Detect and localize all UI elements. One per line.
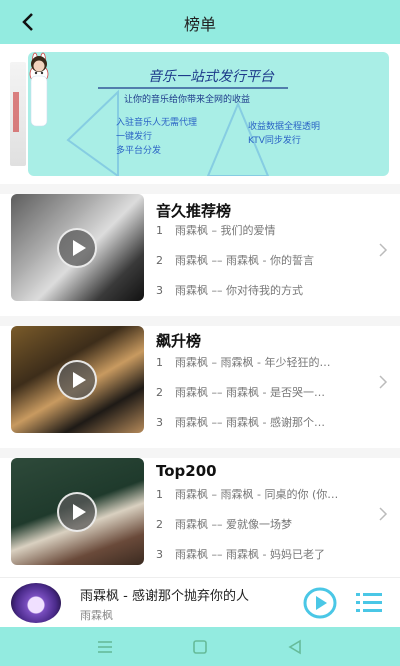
- play-icon[interactable]: [57, 360, 97, 400]
- system-nav-bar: [0, 627, 400, 666]
- chart-song-row: 3 雨霖枫 –– 雨霖枫 - 妈妈已老了: [156, 548, 325, 561]
- chart-song-row: 1 雨霖枫 – 雨霖枫 - 同桌的你 (你…: [156, 488, 339, 501]
- album-cover[interactable]: [11, 583, 61, 623]
- banner-title: 音乐一站式发行平台: [148, 69, 274, 85]
- now-playing-artist: 雨霖枫: [80, 609, 113, 622]
- chart-cover-image[interactable]: [11, 458, 144, 565]
- chart-song-row: 2 雨霖枫 –– 雨霖枫 - 是否哭一…: [156, 386, 325, 399]
- menu-icon[interactable]: [95, 637, 115, 657]
- chart-song-row: 2 雨霖枫 –– 爱就像一场梦: [156, 518, 292, 531]
- play-circle-icon[interactable]: [302, 587, 338, 619]
- chart-song-row: 1 雨霖枫 – 雨霖枫 - 年少轻狂的…: [156, 356, 331, 369]
- banner-subtitle: 让你的音乐给你带来全网的收益: [124, 95, 251, 105]
- chart-song-row: 3 雨霖枫 –– 你对待我的方式: [156, 284, 303, 297]
- chart-song-row: 2 雨霖枫 –– 雨霖枫 - 你的誓言: [156, 254, 314, 267]
- play-icon[interactable]: [57, 228, 97, 268]
- chart-card[interactable]: 音久推荐榜 1 雨霖枫 – 我们的爱情 2 雨霖枫 –– 雨霖枫 - 你的誓言 3雨…: [0, 194, 400, 316]
- chart-title: Top200: [156, 462, 217, 480]
- chart-card[interactable]: Top200 1 雨霖枫 – 雨霖枫 - 同桌的你 (你… 2 雨霖枫 –– 爱就像…: [0, 458, 400, 580]
- chart-cover-image[interactable]: [11, 326, 144, 433]
- banner-right-text: 收益数据全程透明 KTV同步发行: [248, 122, 321, 146]
- divider: [0, 184, 400, 194]
- singer-photo: [30, 56, 48, 127]
- now-playing-title: 雨霖枫 - 感谢那个抛弃你的人: [80, 589, 249, 604]
- chart-song-row: 1 雨霖枫 – 我们的爱情: [156, 224, 276, 237]
- chevron-right-icon[interactable]: [376, 372, 390, 392]
- divider: [0, 316, 400, 326]
- banner-carousel[interactable]: 音乐一站式发行平台 让你的音乐给你带来全网的收益 入驻音乐人无需代理 一键发行 …: [0, 44, 400, 184]
- home-icon[interactable]: [190, 637, 210, 657]
- chart-song-row: 3 雨霖枫 –– 雨霖枫 - 感谢那个…: [156, 416, 325, 429]
- chevron-right-icon[interactable]: [376, 504, 390, 524]
- top-bar: 榜单: [0, 0, 400, 44]
- back-icon[interactable]: [285, 637, 305, 657]
- page-title: 榜单: [183, 15, 216, 34]
- banner-left-text: 入驻音乐人无需代理 一键发行 多平台分发: [116, 118, 198, 156]
- chart-title: 音久推荐榜: [156, 202, 232, 220]
- chart-cover-image[interactable]: [11, 194, 144, 301]
- playlist-icon[interactable]: [354, 590, 384, 616]
- chevron-right-icon[interactable]: [376, 240, 390, 260]
- divider: [0, 448, 400, 458]
- banner-slide[interactable]: 音乐一站式发行平台 让你的音乐给你带来全网的收益 入驻音乐人无需代理 一键发行 …: [28, 52, 389, 176]
- banner-prev-peek[interactable]: [10, 62, 26, 166]
- mini-player[interactable]: 雨霖枫 - 感谢那个抛弃你的人 雨霖枫: [0, 577, 400, 627]
- chart-card[interactable]: 飙升榜 1 雨霖枫 – 雨霖枫 - 年少轻狂的… 2 雨霖枫 –– 雨霖枫 - 是否…: [0, 326, 400, 448]
- play-icon[interactable]: [57, 492, 97, 532]
- chart-title: 飙升榜: [156, 332, 202, 350]
